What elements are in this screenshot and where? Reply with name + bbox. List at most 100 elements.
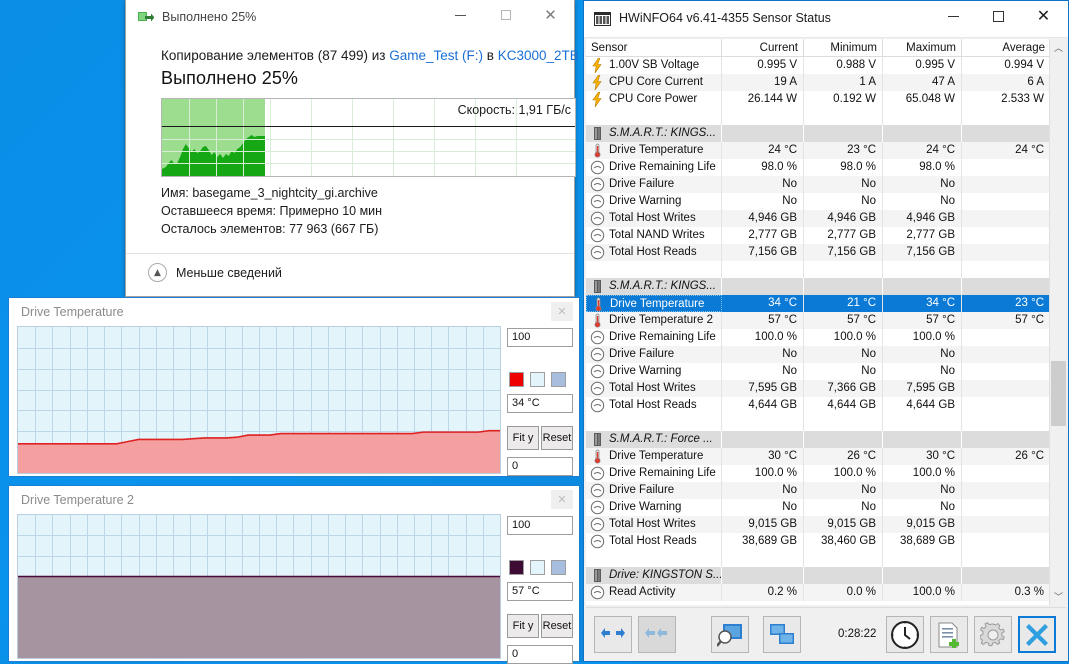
remote-sensors-button[interactable] — [763, 616, 801, 653]
sensor-name-cell[interactable]: Total NAND Writes — [586, 227, 722, 244]
sensor-name-cell[interactable]: Drive: KINGSTON S... — [586, 567, 722, 584]
sensor-row[interactable]: Drive Remaining Life 98.0 % 98.0 % 98.0 % — [586, 159, 1050, 176]
graph-panel-1-titlebar[interactable]: Drive Temperature ✕ — [9, 298, 579, 326]
sensor-row[interactable]: Drive Warning No No No — [586, 363, 1050, 380]
sensor-row[interactable]: 1.00V SB Voltage 0.995 V 0.988 V 0.995 V 0.9… — [586, 57, 1050, 74]
sensor-row[interactable]: CPU Core Power 26.144 W 0.192 W 65.048 W 2.5… — [586, 91, 1050, 108]
copy-minimize-button[interactable] — [438, 0, 483, 30]
sensor-name-cell[interactable]: Drive Temperature — [586, 448, 722, 465]
logging-button[interactable] — [930, 616, 968, 653]
sensor-name-cell[interactable]: Drive Remaining Life — [586, 159, 722, 176]
graph-2-reset-button[interactable]: Reset — [541, 614, 573, 638]
sensor-row[interactable]: Drive Remaining Life 100.0 % 100.0 % 100.0 … — [586, 329, 1050, 346]
sensor-name-cell[interactable]: Drive Temperature 2 — [586, 312, 722, 329]
sensor-column-header[interactable]: Current — [722, 39, 804, 57]
sensor-name-cell[interactable]: Drive Warning — [586, 499, 722, 516]
sensor-row[interactable]: Drive Temperature 30 °C 26 °C 30 °C 26 °C — [586, 448, 1050, 465]
hwinfo-minimize-button[interactable] — [931, 1, 976, 31]
scrollbar-thumb[interactable] — [1051, 361, 1066, 426]
sensor-row[interactable]: Total Host Writes 7,595 GB 7,366 GB 7,595 G… — [586, 380, 1050, 397]
sensor-row[interactable]: CPU Core Current 19 A1 A 47 A 6 A — [586, 74, 1050, 91]
sensor-name-cell[interactable]: Total Host Reads — [586, 533, 722, 550]
graph-1-background-color-swatch[interactable] — [530, 372, 545, 387]
sensor-table-scrollbar[interactable]: ︿ ﹀ — [1049, 39, 1066, 605]
sensor-name-cell[interactable]: S.M.A.R.T.: Force ... — [586, 431, 722, 448]
close-button[interactable] — [1018, 616, 1056, 653]
sensor-name-cell[interactable]: Drive Remaining Life — [586, 329, 722, 346]
sensor-name-cell[interactable]: Drive Failure — [586, 346, 722, 363]
graph-2-series-color-swatch[interactable] — [509, 560, 524, 575]
close-icon[interactable]: ✕ — [551, 490, 573, 509]
sensor-name-cell[interactable]: Drive Failure — [586, 482, 722, 499]
sensor-row[interactable]: Total Host Writes 9,015 GB 9,015 GB 9,015 G… — [586, 516, 1050, 533]
sensor-row[interactable]: Drive Warning No No No — [586, 499, 1050, 516]
sensor-row[interactable]: Drive Temperature 24 °C 23 °C 24 °C 24 °C — [586, 142, 1050, 159]
hwinfo-maximize-button[interactable] — [976, 1, 1021, 31]
graph-1-grid-color-swatch[interactable] — [551, 372, 566, 387]
sensor-row[interactable]: Drive Remaining Life 100.0 % 100.0 % 100.0 … — [586, 465, 1050, 482]
copy-maximize-button[interactable] — [483, 0, 528, 30]
sensor-name-cell[interactable]: CPU Core Current — [586, 74, 722, 91]
sensor-name-cell[interactable]: 1.00V SB Voltage — [586, 57, 722, 74]
chevron-up-icon[interactable]: ︿ — [1050, 39, 1067, 56]
hwinfo-titlebar[interactable]: HWiNFO64 v6.41-4355 Sensor Status ✕ — [584, 1, 1068, 38]
copy-dialog-titlebar[interactable]: Выполнено 25% ✕ — [126, 0, 574, 37]
sensor-row[interactable]: Drive Warning No No No — [586, 193, 1050, 210]
graph-1-ymax-field[interactable]: 100 — [507, 328, 573, 347]
sensor-column-header[interactable]: Sensor — [586, 39, 722, 57]
sensor-row[interactable]: Total Host Reads 38,689 GB 38,460 GB 38,689… — [586, 533, 1050, 550]
sensor-group-row[interactable]: S.M.A.R.T.: Force ... — [586, 431, 1050, 448]
sensor-row[interactable]: Drive Temperature 2 57 °C 57 °C 57 °C 57 °C — [586, 312, 1050, 329]
sensor-name-cell[interactable]: Total Host Writes — [586, 380, 722, 397]
graph-1-fit-y-button[interactable]: Fit y — [507, 426, 539, 450]
sensor-name-cell[interactable]: CPU Core Power — [586, 91, 722, 108]
graph-1-reset-button[interactable]: Reset — [541, 426, 573, 450]
graph-2-grid-color-swatch[interactable] — [551, 560, 566, 575]
sensor-row[interactable]: Drive Failure No No No — [586, 346, 1050, 363]
sensor-column-header[interactable]: Average — [962, 39, 1050, 57]
chevron-down-icon[interactable]: ﹀ — [1050, 588, 1067, 605]
hwinfo-close-button[interactable]: ✕ — [1021, 1, 1066, 31]
sensor-name-cell[interactable]: Total Host Writes — [586, 516, 722, 533]
sensor-name-cell[interactable]: Drive Warning — [586, 363, 722, 380]
sensor-name-cell[interactable]: Total Host Writes — [586, 210, 722, 227]
sensor-column-header[interactable]: Maximum — [883, 39, 962, 57]
sensor-name-cell[interactable]: Drive Temperature — [586, 142, 722, 159]
copy-source-link[interactable]: Game_Test (F:) — [389, 48, 483, 63]
graph-2-background-color-swatch[interactable] — [530, 560, 545, 575]
sensor-name-cell[interactable]: Drive Temperature — [586, 295, 722, 312]
sensor-row[interactable]: Read Activity 0.2 % 0.0 % 100.0 % 0.3 % — [586, 584, 1050, 601]
graph-panel-2-titlebar[interactable]: Drive Temperature 2 ✕ — [9, 486, 579, 514]
collapse-button[interactable] — [638, 616, 676, 653]
sensor-row[interactable]: Total Host Reads 7,156 GB 7,156 GB 7,156 GB — [586, 244, 1050, 261]
close-icon[interactable]: ✕ — [551, 302, 573, 321]
sensor-row[interactable]: Total NAND Writes 2,777 GB 2,777 GB 2,777 G… — [586, 227, 1050, 244]
sensor-name-cell[interactable]: Drive Warning — [586, 193, 722, 210]
sensor-row[interactable]: Total Host Reads 4,644 GB 4,644 GB 4,644 GB — [586, 397, 1050, 414]
settings-button[interactable] — [974, 616, 1012, 653]
graph-1-ymin-field[interactable]: 0 — [507, 457, 573, 476]
sensor-name-cell[interactable]: Drive Remaining Life — [586, 465, 722, 482]
sensor-name-cell[interactable]: Total Host Reads — [586, 397, 722, 414]
graph-2-fit-y-button[interactable]: Fit y — [507, 614, 539, 638]
sensor-row[interactable]: Drive Temperature 34 °C 21 °C 34 °C 23 °C — [586, 295, 1050, 312]
sensor-name-cell[interactable]: Read Activity — [586, 584, 722, 601]
sensor-name-cell[interactable]: Total Host Reads — [586, 244, 722, 261]
clock-button[interactable] — [886, 616, 924, 653]
sensor-name-cell[interactable]: S.M.A.R.T.: KINGS... — [586, 125, 722, 142]
navigate-both-button[interactable] — [594, 616, 632, 653]
graph-2-ymin-field[interactable]: 0 — [507, 645, 573, 664]
sensor-row[interactable]: Total Host Writes 4,946 GB 4,946 GB 4,946 G… — [586, 210, 1050, 227]
sensor-name-cell[interactable]: Drive Failure — [586, 176, 722, 193]
sensor-name-cell[interactable]: S.M.A.R.T.: KINGS... — [586, 278, 722, 295]
less-details-toggle[interactable]: ▲ Меньше сведений — [148, 263, 282, 282]
sensor-detail-button[interactable] — [711, 616, 749, 653]
sensor-group-row[interactable]: Drive: KINGSTON S... — [586, 567, 1050, 584]
sensor-row[interactable]: Drive Failure No No No — [586, 176, 1050, 193]
graph-2-ymax-field[interactable]: 100 — [507, 516, 573, 535]
sensor-group-row[interactable]: S.M.A.R.T.: KINGS... — [586, 125, 1050, 142]
sensor-column-header[interactable]: Minimum — [804, 39, 883, 57]
sensor-row[interactable]: Drive Failure No No No — [586, 482, 1050, 499]
copy-close-button[interactable]: ✕ — [528, 0, 573, 30]
graph-1-series-color-swatch[interactable] — [509, 372, 524, 387]
